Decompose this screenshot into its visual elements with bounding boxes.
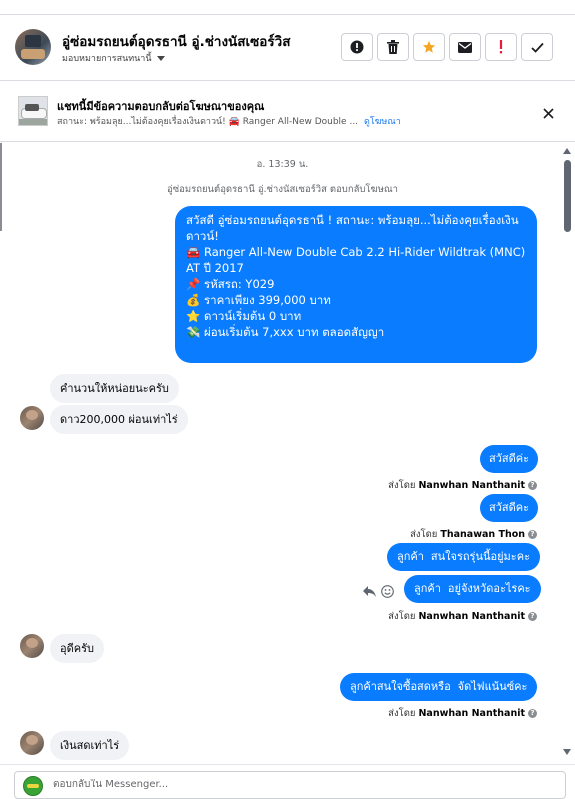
mark-unread-button[interactable] [449, 33, 481, 61]
page-avatar-small [23, 776, 43, 796]
ad-message-line: 💰 ราคาเพียง 399,000 บาท [186, 293, 331, 307]
sent-by-prefix: ส่งโดย [410, 529, 438, 540]
timestamp: อ. 13:39 น. [256, 159, 309, 170]
envelope-icon [458, 41, 472, 53]
outgoing-message: ลูกค้า อยู่จังหวัดอะไรคะ [404, 575, 541, 603]
message-hover-actions [363, 585, 394, 598]
ad-subtitle: สถานะ: พร้อมลุย...ไม่ต้องคุยเรื่องเงินดา… [57, 114, 401, 128]
customer-avatar[interactable] [20, 406, 44, 430]
ad-status-text: สถานะ: พร้อมลุย...ไม่ต้องคุยเรื่องเงินดา… [57, 117, 359, 127]
sent-by-prefix: ส่งโดย [388, 611, 416, 622]
reply-composer[interactable] [14, 771, 566, 799]
exclamation-icon [499, 40, 503, 54]
alert-icon [350, 40, 364, 54]
incoming-message: ดาว200,000 ผ่อนเท่าไร่ [50, 405, 188, 434]
ad-message-line: 🚘 Ranger All-New Double Cab 2.2 Hi-Rider… [186, 245, 529, 275]
info-icon[interactable]: ? [528, 709, 537, 718]
conversation-header: อู่ซ่อมรถยนต์อุดรธานี อู่.ช่างนัสเซอร์วิ… [0, 15, 575, 81]
page-name[interactable]: อู่ซ่อมรถยนต์อุดรธานี อู่.ช่างนัสเซอร์วิ… [62, 30, 290, 52]
assign-conversation-dropdown[interactable]: มอบหมายการสนทนานี้ [62, 51, 165, 65]
ad-thumbnail[interactable] [18, 96, 48, 126]
incoming-message: คำนวนให้หน่อยนะครับ [50, 374, 179, 403]
outgoing-message: สวัสดีค่ะ [480, 445, 539, 473]
ad-message-line: 📌 รหัสรถ: Y029 [186, 277, 275, 291]
close-icon [542, 107, 554, 119]
customer-avatar[interactable] [20, 731, 44, 755]
sender-name: Nanwhan Nanthanit [418, 611, 525, 622]
trash-icon [387, 40, 399, 54]
ad-auto-message: สวัสดี อู่ซ่อมรถยนต์อุดรธานี ! สถานะ: พร… [175, 206, 537, 363]
outgoing-message: ลูกค้า สนใจรถรุ่นนี้อยู่มะคะ [387, 543, 540, 571]
view-ad-link[interactable]: ดูโฆษณา [364, 117, 401, 127]
sent-by-label: ส่งโดย Thanawan Thon ? [410, 527, 537, 542]
assign-label: มอบหมายการสนทนานี้ [62, 54, 152, 64]
sent-by-label: ส่งโดย Nanwhan Nanthanit ? [388, 706, 537, 721]
follow-up-button[interactable] [485, 33, 517, 61]
reply-icon[interactable] [363, 586, 376, 597]
check-icon [530, 42, 544, 53]
ad-message-line: สวัสดี อู่ซ่อมรถยนต์อุดรธานี ! สถานะ: พร… [186, 213, 519, 243]
reply-input[interactable] [53, 779, 553, 790]
customer-avatar[interactable] [20, 634, 44, 658]
incoming-message: เงินสดเท่าไร่ [50, 731, 130, 760]
sender-name: Nanwhan Nanthanit [418, 480, 525, 491]
sent-by-label: ส่งโดย Nanwhan Nanthanit ? [388, 478, 537, 493]
info-icon[interactable]: ? [528, 530, 537, 539]
mark-done-button[interactable] [521, 33, 553, 61]
emoji-icon[interactable] [381, 585, 394, 598]
ad-title: แชทนี้มีข้อความตอบกลับต่อโฆษณาของคุณ [57, 100, 265, 113]
sent-by-prefix: ส่งโดย [388, 480, 416, 491]
sent-by-prefix: ส่งโดย [388, 708, 416, 719]
action-toolbar [341, 33, 553, 61]
page-avatar[interactable] [15, 29, 51, 65]
ad-reply-note: อู่ซ่อมรถยนต์อุดรธานี อู่.ช่างนัสเซอร์วิ… [167, 184, 398, 195]
star-button[interactable] [413, 33, 445, 61]
info-icon[interactable]: ? [528, 481, 537, 490]
sender-name: Thanawan Thon [440, 529, 525, 540]
ad-context-bar: แชทนี้มีข้อความตอบกลับต่อโฆษณาของคุณ สถา… [0, 81, 575, 142]
outgoing-message: ลูกค้าสนใจซื้อสดหรือ จัดไฟแน้นซ์คะ [340, 673, 538, 701]
incoming-message: อุดีครับ [50, 634, 104, 663]
scroll-up-arrow-icon[interactable] [563, 148, 571, 154]
ad-message-line: 💸 ผ่อนเริ่มต้น 7,xxx บาท ตลอดสัญญา [186, 325, 385, 339]
scrollbar-thumb[interactable] [564, 160, 571, 232]
close-ad-bar-button[interactable] [538, 103, 558, 123]
star-icon [422, 40, 436, 53]
scroll-down-arrow-icon[interactable] [563, 749, 571, 755]
sender-name: Nanwhan Nanthanit [418, 708, 525, 719]
sent-by-label: ส่งโดย Nanwhan Nanthanit ? [388, 609, 537, 624]
info-icon[interactable]: ? [528, 612, 537, 621]
delete-button[interactable] [377, 33, 409, 61]
ad-message-line: ⭐ ดาวน์เริ่มต้น 0 บาท [186, 309, 302, 323]
chevron-down-icon [156, 55, 165, 61]
mark-spam-button[interactable] [341, 33, 373, 61]
outgoing-message: สวัสดีคะ [480, 494, 539, 522]
composer-divider [0, 764, 575, 765]
